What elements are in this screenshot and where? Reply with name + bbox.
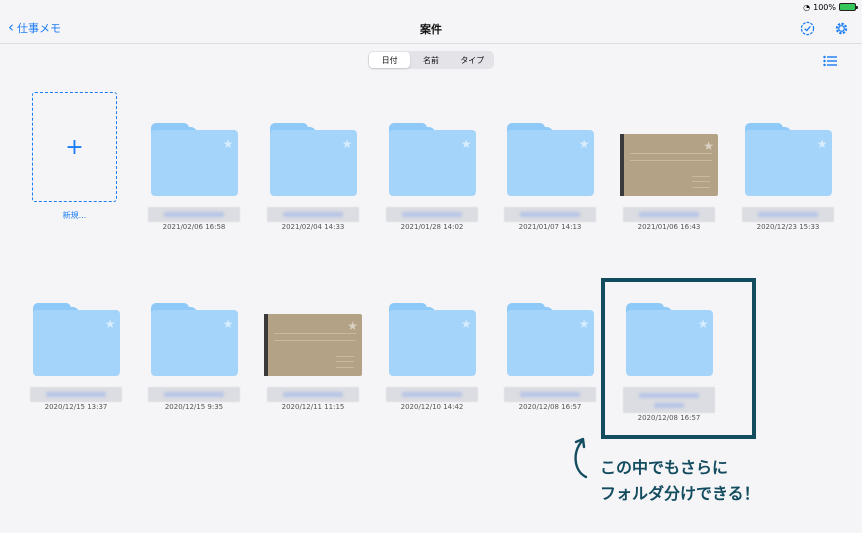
callout-line-1: この中でもさらに	[600, 458, 729, 477]
notebook-item[interactable]: ★ 2020/12/11 11:15	[263, 291, 363, 411]
page-title: 案件	[420, 23, 442, 36]
status-bar: ◔ 100%	[803, 1, 858, 13]
folder-icon: ★	[506, 303, 594, 376]
highlight-box	[601, 278, 756, 439]
star-icon[interactable]: ★	[703, 139, 714, 153]
new-item-tile: + 新規...	[32, 92, 118, 221]
new-item-label: 新規...	[62, 211, 87, 220]
item-date: 2021/02/04 14:33	[281, 223, 345, 231]
nav-bar: ‹ 仕事メモ 案件	[0, 14, 862, 44]
sort-by-name[interactable]: 名前	[410, 52, 451, 68]
folder-item[interactable]: ★ 2021/01/28 14:02	[382, 111, 482, 231]
notebook-icon: ★	[264, 314, 362, 376]
callout-line-2: フォルダ分けできる！	[600, 484, 760, 503]
gear-icon	[835, 22, 847, 34]
list-view-button[interactable]	[823, 52, 837, 71]
sort-segmented-control: 日付 名前 タイプ	[368, 51, 494, 69]
notebook-item[interactable]: ★ 2021/01/06 16:43	[619, 111, 719, 231]
curved-arrow-icon	[574, 437, 588, 479]
item-name	[267, 387, 359, 402]
folder-item[interactable]: ★ 2021/02/04 14:33	[263, 111, 363, 231]
item-name	[504, 207, 596, 222]
item-date: 2020/12/11 11:15	[281, 403, 345, 411]
folder-item[interactable]: ★ 2021/02/06 16:58	[144, 111, 244, 231]
item-date: 2020/12/15 9:35	[164, 403, 224, 411]
checkmark-circle-icon	[800, 21, 814, 35]
new-item-button[interactable]: +	[32, 92, 117, 202]
folder-icon: ★	[150, 123, 238, 196]
item-name	[30, 387, 122, 402]
item-date: 2021/02/06 16:58	[162, 223, 226, 231]
folder-icon: ★	[388, 303, 476, 376]
battery-percent: 100%	[813, 2, 836, 12]
star-icon[interactable]: ★	[461, 317, 472, 331]
item-date: 2021/01/07 14:13	[518, 223, 582, 231]
star-icon[interactable]: ★	[347, 319, 358, 333]
star-icon[interactable]: ★	[579, 137, 590, 151]
folder-icon: ★	[388, 123, 476, 196]
select-button[interactable]	[798, 19, 816, 37]
item-name	[148, 387, 240, 402]
folder-item[interactable]: ★ 2021/01/07 14:13	[500, 111, 600, 231]
item-date: 2021/01/06 16:43	[637, 223, 701, 231]
star-icon[interactable]: ★	[461, 137, 472, 151]
item-name	[742, 207, 834, 222]
wifi-icon: ◔	[803, 2, 811, 12]
star-icon[interactable]: ★	[105, 317, 116, 331]
list-icon	[823, 55, 837, 67]
item-name	[386, 207, 478, 222]
notebook-icon: ★	[620, 134, 718, 196]
item-date: 2021/01/28 14:02	[400, 223, 464, 231]
item-date: 2020/12/23 15:33	[756, 223, 820, 231]
folder-item[interactable]: ★ 2020/12/10 14:42	[382, 291, 482, 411]
item-date: 2020/12/08 16:57	[518, 403, 582, 411]
item-date: 2020/12/15 13:37	[44, 403, 108, 411]
item-name	[148, 207, 240, 222]
sort-by-date[interactable]: 日付	[369, 52, 411, 68]
item-name	[504, 387, 596, 402]
item-name	[386, 387, 478, 402]
folder-icon: ★	[506, 123, 594, 196]
star-icon[interactable]: ★	[579, 317, 590, 331]
folder-icon: ★	[269, 123, 357, 196]
item-name	[267, 207, 359, 222]
item-date: 2020/12/10 14:42	[400, 403, 464, 411]
callout-text: この中でもさらに フォルダ分けできる！	[600, 455, 760, 507]
folder-item[interactable]: ★ 2020/12/08 16:57	[500, 291, 600, 411]
folder-icon: ★	[744, 123, 832, 196]
item-name	[623, 207, 715, 222]
folder-icon: ★	[150, 303, 238, 376]
folder-item[interactable]: ★ 2020/12/15 9:35	[144, 291, 244, 411]
sort-by-type[interactable]: タイプ	[452, 52, 493, 68]
settings-button[interactable]	[832, 19, 850, 37]
folder-item[interactable]: ★ 2020/12/15 13:37	[26, 291, 126, 411]
nav-actions	[798, 19, 850, 37]
folder-item[interactable]: ★ 2020/12/23 15:33	[738, 111, 838, 231]
plus-icon: +	[65, 134, 84, 160]
star-icon[interactable]: ★	[223, 317, 234, 331]
battery-icon	[839, 3, 858, 11]
star-icon[interactable]: ★	[342, 137, 353, 151]
folder-icon: ★	[32, 303, 120, 376]
star-icon[interactable]: ★	[223, 137, 234, 151]
star-icon[interactable]: ★	[817, 137, 828, 151]
